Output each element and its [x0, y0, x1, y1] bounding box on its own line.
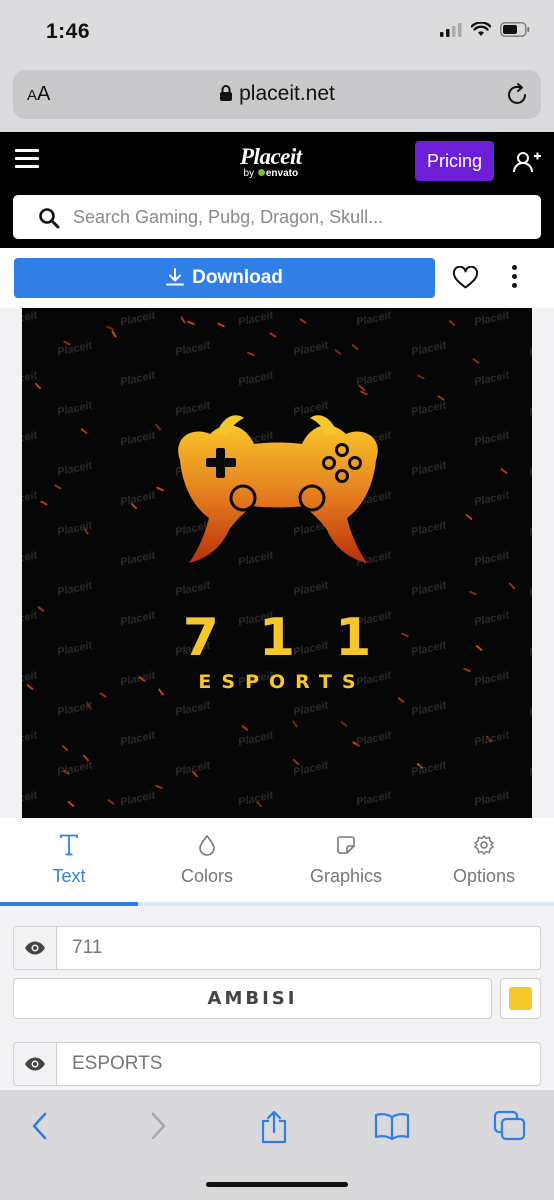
forward-icon[interactable] [148, 1110, 168, 1142]
ember-spark [339, 720, 348, 727]
status-icons [440, 22, 530, 37]
reload-icon[interactable] [507, 82, 529, 106]
watermark-text: Placeit [473, 789, 511, 809]
more-options-icon[interactable] [510, 265, 518, 291]
logo-preview[interactable]: Placeit Placeit Placeit Placeit Placeit Place… [22, 308, 532, 818]
ember-spark [397, 696, 406, 704]
ember-spark [155, 784, 164, 790]
tab-graphics[interactable]: Graphics [277, 818, 415, 906]
watermark-text: Placeit [355, 729, 393, 749]
back-icon[interactable] [30, 1110, 50, 1142]
logo-word-text: ESPORTS [198, 671, 366, 693]
tab-text[interactable]: Text [0, 818, 138, 906]
watermark-text: Placeit [174, 699, 212, 719]
text-editor-panel: 711 AMBISI ESPORTS [0, 906, 554, 1090]
url-text: placeit.net [239, 82, 335, 105]
tab-graphics-label: Graphics [309, 866, 383, 886]
tab-options-label: Options [452, 866, 516, 886]
watermark-text: Placeit [528, 699, 532, 719]
wifi-icon [471, 22, 491, 36]
lock-icon [220, 85, 233, 101]
watermark-text: Placeit [410, 699, 448, 719]
watermark-text: Placeit [355, 789, 393, 809]
download-button[interactable]: Download [14, 258, 435, 298]
watermark-text: Placeit [119, 789, 157, 809]
ember-spark [107, 798, 115, 806]
search-box[interactable] [13, 195, 541, 239]
gear-icon [415, 834, 553, 858]
heart-icon[interactable] [452, 266, 479, 290]
watermark-text: Placeit [528, 759, 532, 779]
ember-spark [291, 720, 298, 729]
tab-text-label: Text [52, 866, 86, 886]
watermark-text: Placeit [292, 699, 330, 719]
watermark-text: Placeit [22, 729, 39, 749]
tabs-icon[interactable] [493, 1110, 527, 1142]
bookmarks-icon[interactable] [374, 1112, 410, 1140]
watermark-text: Placeit [174, 759, 212, 779]
share-icon[interactable] [259, 1110, 289, 1144]
text-field-1-input[interactable]: 711 [72, 927, 102, 969]
text-field-2-input[interactable]: ESPORTS [72, 1043, 162, 1085]
status-time: 1:46 [46, 20, 91, 43]
watermark-text: Placeit [22, 789, 39, 809]
font-select[interactable]: AMBISI [13, 978, 492, 1019]
text-field-2[interactable]: ESPORTS [13, 1042, 541, 1086]
sticker-icon [277, 834, 415, 858]
download-icon [166, 268, 185, 286]
action-row: Download [0, 248, 554, 308]
ember-spark [241, 724, 250, 732]
text-field-1[interactable]: 711 [13, 926, 541, 970]
tab-options[interactable]: Options [415, 818, 553, 906]
add-user-icon[interactable] [512, 150, 542, 174]
hamburger-menu-icon[interactable] [15, 149, 39, 169]
preview-area: Placeit Placeit Placeit Placeit Placeit Place… [0, 308, 554, 818]
watermark-text: Placeit [473, 729, 511, 749]
watermark-text: Placeit [237, 729, 275, 749]
address-url[interactable]: placeit.net [13, 82, 541, 106]
watermark-text: Placeit [237, 789, 275, 809]
ember-spark [61, 744, 69, 752]
watermark-text: Placeit [56, 759, 94, 779]
tab-colors[interactable]: Colors [138, 818, 276, 906]
browser-address-area: AA placeit.net [0, 62, 554, 132]
cellular-signal-icon [440, 22, 462, 37]
gamepad-flame-emblem [178, 415, 378, 563]
logo-text: Placeit [240, 144, 302, 169]
eye-icon [25, 1057, 45, 1071]
watermark-text: Placeit [119, 729, 157, 749]
watermark-text: Placeit [410, 759, 448, 779]
search-input[interactable] [73, 195, 528, 239]
logo-subtitle: by envato [243, 168, 299, 179]
drop-icon [138, 834, 276, 858]
battery-icon [500, 22, 530, 37]
text-color-picker[interactable] [500, 978, 541, 1019]
download-label: Download [192, 267, 283, 288]
status-bar: 1:46 [0, 0, 554, 62]
visibility-toggle-1[interactable] [14, 927, 57, 969]
color-swatch [509, 987, 532, 1010]
logo-number-text: 711 [182, 608, 412, 668]
ember-spark [66, 801, 75, 808]
tab-colors-label: Colors [180, 866, 233, 886]
placeit-logo[interactable]: Placeit by envato [240, 144, 302, 179]
text-icon [0, 834, 138, 858]
editor-tabs: Text Colors Graphics Options [0, 818, 554, 906]
site-header: Placeit by envato Pricing [0, 132, 554, 248]
watermark-text: Placeit [56, 699, 94, 719]
home-indicator [206, 1182, 348, 1187]
ember-spark [98, 692, 107, 699]
address-bar[interactable]: AA placeit.net [13, 70, 541, 119]
search-icon [39, 208, 60, 229]
pricing-button[interactable]: Pricing [415, 141, 494, 181]
visibility-toggle-2[interactable] [14, 1043, 57, 1085]
eye-icon [25, 941, 45, 955]
